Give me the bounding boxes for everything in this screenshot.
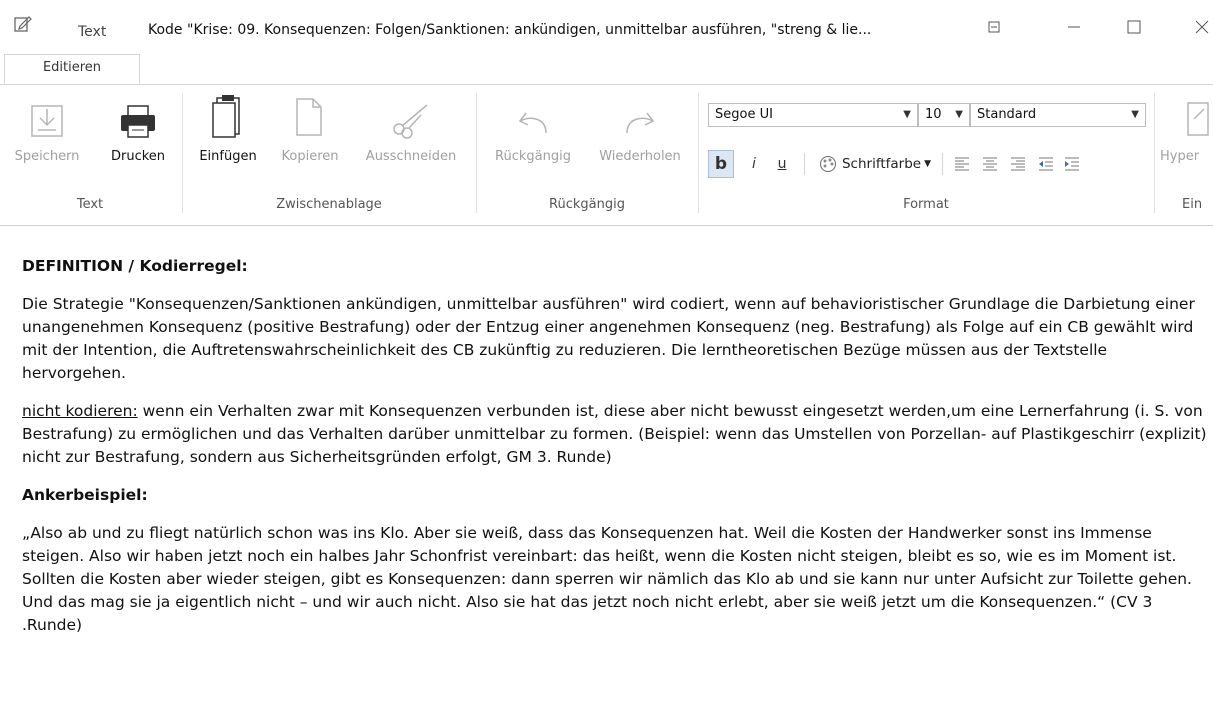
group-label-clipboard: Zwischenablage <box>276 197 382 212</box>
edit-document-icon[interactable] <box>14 15 32 33</box>
group-clipboard: Einfügen Kopieren Ausschneiden Zwischena… <box>184 85 474 225</box>
exclusion-label: nicht kodieren: <box>22 402 138 420</box>
font-color-button[interactable]: Schriftfarbe ▼ <box>812 150 938 178</box>
group-format: Segoe UI ▼ 10 ▼ Standard ▼ b i u Schrift… <box>700 85 1152 225</box>
window-title: Kode "Krise: 09. Konsequenzen: Folgen/Sa… <box>148 22 872 38</box>
chevron-down-icon: ▼ <box>955 109 963 120</box>
anchor-example-paragraph: „Also ab und zu fliegt natürlich schon w… <box>22 524 1192 634</box>
chevron-down-icon: ▼ <box>924 159 932 169</box>
copy-button[interactable]: Kopieren <box>272 91 348 164</box>
hyperlink-icon <box>1187 102 1209 136</box>
divider <box>942 153 943 175</box>
copy-label: Kopieren <box>281 149 339 164</box>
undo-label: Rückgängig <box>495 149 571 164</box>
cut-button[interactable]: Ausschneiden <box>352 91 470 164</box>
indent-icon[interactable] <box>1064 156 1080 172</box>
group-label-format: Format <box>903 197 949 212</box>
divider <box>1154 93 1155 213</box>
divider <box>804 153 805 175</box>
chevron-down-icon: ▼ <box>903 109 911 120</box>
hyperlink-label: Hyper <box>1160 149 1200 164</box>
minimize-icon[interactable] <box>1060 14 1088 40</box>
redo-button[interactable]: Wiederholen <box>588 91 692 164</box>
close-icon[interactable] <box>1188 14 1213 40</box>
bold-label: b <box>714 154 728 174</box>
group-text: Speichern Drucken Text <box>0 85 180 225</box>
underline-label: u <box>777 156 787 172</box>
print-button[interactable]: Drucken <box>100 91 176 164</box>
hyperlink-button[interactable]: Hyper <box>1160 91 1213 164</box>
chevron-down-icon: ▼ <box>1131 109 1139 120</box>
ribbon: Speichern Drucken Text Einfügen Kopieren… <box>0 85 1213 226</box>
italic-button[interactable]: i <box>742 150 766 178</box>
bold-button[interactable]: b <box>708 150 734 178</box>
print-label: Drucken <box>110 149 166 164</box>
undo-icon <box>518 112 547 134</box>
group-insert: Hyper Ein <box>1156 85 1213 225</box>
divider <box>476 93 477 213</box>
align-center-icon[interactable] <box>982 156 998 172</box>
anchor-example-heading: Ankerbeispiel: <box>22 486 148 504</box>
group-label-undo: Rückgängig <box>549 197 625 212</box>
clipboard-icon <box>212 95 240 138</box>
definition-heading: DEFINITION / Kodierregel: <box>22 257 248 275</box>
save-label: Speichern <box>14 149 80 164</box>
exclusion-paragraph: nicht kodieren: wenn ein Verhalten zwar … <box>22 400 1207 469</box>
divider <box>182 93 183 213</box>
tab-editieren[interactable]: Editieren <box>4 54 140 84</box>
group-label-insert: Ein <box>1182 197 1203 212</box>
copy-icon <box>296 98 322 136</box>
restore-icon[interactable] <box>980 14 1008 40</box>
palette-icon <box>819 156 836 172</box>
style-value: Standard <box>977 107 1037 122</box>
maximize-icon[interactable] <box>1120 14 1148 40</box>
printer-icon <box>121 105 155 138</box>
font-color-label: Schriftfarbe <box>841 156 922 172</box>
outdent-icon[interactable] <box>1038 156 1054 172</box>
save-button[interactable]: Speichern <box>4 91 90 164</box>
redo-icon <box>626 112 655 134</box>
definition-paragraph: Die Strategie "Konsequenzen/Sanktionen a… <box>22 295 1195 382</box>
paste-label: Einfügen <box>199 149 257 164</box>
undo-button[interactable]: Rückgängig <box>482 91 584 164</box>
document-editor[interactable]: DEFINITION / Kodierregel: Die Strategie … <box>22 255 1207 652</box>
exclusion-text: wenn ein Verhalten zwar mit Konsequenzen… <box>22 402 1207 466</box>
save-icon <box>31 105 63 137</box>
redo-label: Wiederholen <box>599 149 681 164</box>
font-size-value: 10 <box>925 107 942 122</box>
font-size-select[interactable]: 10 ▼ <box>918 103 970 127</box>
align-left-icon[interactable] <box>954 156 970 172</box>
ribbon-tab-row: Editieren <box>0 48 1213 85</box>
font-select[interactable]: Segoe UI ▼ <box>708 103 918 127</box>
font-select-value: Segoe UI <box>715 107 773 122</box>
underline-button[interactable]: u <box>770 150 794 178</box>
title-bar: Text Kode "Krise: 09. Konsequenzen: Folg… <box>0 0 1213 48</box>
cut-label: Ausschneiden <box>365 149 457 164</box>
window-tab-text[interactable]: Text <box>78 24 106 40</box>
paste-button[interactable]: Einfügen <box>188 91 268 164</box>
style-select[interactable]: Standard ▼ <box>970 103 1146 127</box>
group-label-text: Text <box>76 197 104 212</box>
divider <box>698 93 699 213</box>
group-undo: Rückgängig Wiederholen Rückgängig <box>478 85 696 225</box>
italic-label: i <box>752 156 756 172</box>
scissors-icon <box>393 104 428 139</box>
align-right-icon[interactable] <box>1010 156 1026 172</box>
